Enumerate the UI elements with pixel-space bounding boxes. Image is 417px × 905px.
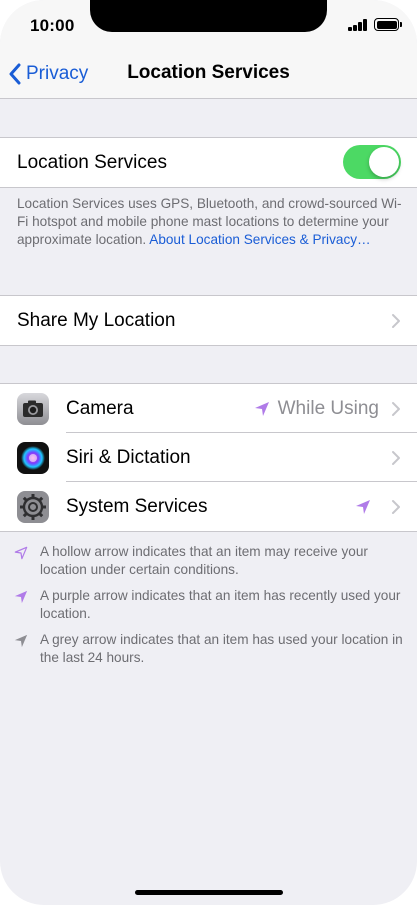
arrow-legend: A hollow arrow indicates that an item ma… — [0, 543, 417, 675]
location-arrow-purple-icon — [14, 590, 28, 604]
status-time: 10:00 — [30, 16, 75, 35]
legend-item-hollow: A hollow arrow indicates that an item ma… — [0, 543, 417, 579]
location-services-label: Location Services — [17, 151, 167, 173]
location-arrow-grey-icon — [14, 634, 28, 648]
chevron-right-icon — [392, 401, 400, 416]
home-indicator[interactable] — [135, 890, 283, 895]
battery-icon — [374, 18, 402, 31]
notch — [90, 0, 327, 32]
app-row-camera[interactable]: Camera While Using — [0, 384, 417, 433]
location-arrow-hollow-icon — [14, 546, 28, 560]
chevron-right-icon — [392, 313, 400, 328]
app-row-siri[interactable]: Siri & Dictation — [0, 433, 417, 482]
share-my-location-label: Share My Location — [17, 309, 176, 331]
location-arrow-purple-icon — [356, 499, 370, 514]
phone-screen: 10:00 Privacy Location Services Location… — [0, 0, 417, 905]
toggle-knob — [369, 147, 399, 177]
navigation-bar: 10:00 Privacy Location Services — [0, 0, 417, 99]
location-services-group: Location Services — [0, 137, 417, 188]
camera-icon — [17, 393, 49, 425]
location-services-row: Location Services — [0, 138, 417, 187]
app-name: Siri & Dictation — [66, 446, 191, 468]
apps-group: Camera While Using Siri & Dictation Syst… — [0, 383, 417, 532]
location-arrow-purple-icon — [254, 401, 269, 416]
app-permission: While Using — [254, 384, 379, 433]
location-services-description: Location Services uses GPS, Bluetooth, a… — [17, 196, 402, 247]
share-location-group: Share My Location — [0, 295, 417, 346]
chevron-right-icon — [392, 450, 400, 465]
about-location-link[interactable]: About Location Services & Privacy… — [149, 232, 370, 247]
location-services-toggle[interactable] — [343, 145, 401, 179]
chevron-right-icon — [392, 499, 400, 514]
gear-icon — [17, 491, 49, 523]
app-name: Camera — [66, 397, 134, 419]
signal-icon — [348, 19, 368, 31]
app-permission — [355, 482, 379, 531]
page-title: Location Services — [127, 62, 290, 83]
share-my-location-row[interactable]: Share My Location — [0, 296, 417, 345]
app-name: System Services — [66, 495, 208, 517]
legend-item-grey: A grey arrow indicates that an item has … — [0, 631, 417, 667]
app-row-system-services[interactable]: System Services — [0, 482, 417, 531]
siri-icon — [17, 442, 49, 474]
legend-item-purple: A purple arrow indicates that an item ha… — [0, 587, 417, 623]
